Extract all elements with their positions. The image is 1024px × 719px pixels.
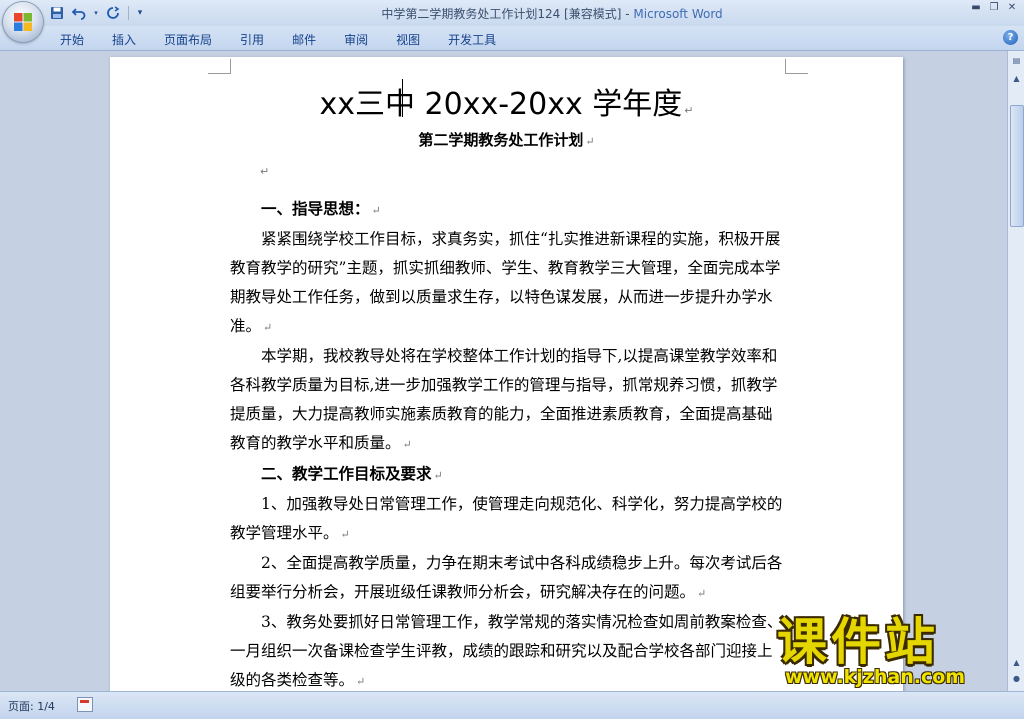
window-controls: ▬ ❐ ✕ (968, 1, 1020, 15)
tab-review[interactable]: 审阅 (330, 29, 382, 51)
section-heading: 二、教学工作目标及要求 ↵ (230, 459, 786, 490)
page-indicator[interactable]: 页面: 1/4 (8, 698, 55, 714)
close-icon[interactable]: ✕ (1004, 1, 1020, 15)
tab-insert[interactable]: 插入 (98, 29, 150, 51)
title-separator: - (621, 7, 634, 21)
body-paragraph: 2、全面提高教学质量，力争在期末考试中各科成绩稳步上升。每次考试后各组要举行分析… (230, 549, 786, 608)
section-heading-text: 一、指导思想： (261, 199, 370, 218)
scroll-thumb[interactable] (1010, 105, 1024, 227)
body-paragraph: 本学期，我校教导处将在学校整体工作计划的指导下,以提高课堂教学效率和各科教学质量… (230, 342, 786, 459)
document-title-line-1: xx三中 20xx-20xx 学年度 ↵ (110, 79, 903, 123)
ribbon-tabs: 开始 插入 页面布局 引用 邮件 审阅 视图 开发工具 (46, 29, 510, 51)
document-title: 中学第二学期教务处工作计划124 [兼容模式] (381, 7, 622, 21)
watermark-brand: 课件站 (777, 613, 939, 671)
title-line-2-text: 第二学期教务处工作计划 (418, 131, 584, 149)
proofing-status-icon[interactable] (77, 697, 93, 712)
document-page[interactable]: xx三中 20xx-20xx 学年度 ↵ 第二学期教务处工作计划 ↵ ↵ 一、指导思… (110, 57, 903, 691)
vertical-scrollbar[interactable]: ▤ ▲ ▲ ● (1007, 51, 1024, 691)
body-paragraph: 紧紧围绕学校工作目标，求真务实，抓住“扎实推进新课程的实施，积极开展教育教学的研… (230, 225, 786, 342)
ruler-toggle-icon[interactable]: ▤ (1009, 53, 1024, 68)
body-paragraph-text: 1、加强教导处日常管理工作，使管理走向规范化、科学化，努力提高学校的教学管理水平… (230, 495, 783, 542)
body-paragraph: 1、加强教导处日常管理工作，使管理走向规范化、科学化，努力提高学校的教学管理水平… (230, 490, 786, 549)
ribbon-tab-bar: 开始 插入 页面布局 引用 邮件 审阅 视图 开发工具 ? (0, 26, 1024, 51)
tab-view[interactable]: 视图 (382, 29, 434, 51)
tab-developer[interactable]: 开发工具 (434, 29, 510, 51)
document-area[interactable]: xx三中 20xx-20xx 学年度 ↵ 第二学期教务处工作计划 ↵ ↵ 一、指导思… (0, 51, 1007, 691)
scroll-up-icon[interactable]: ▲ (1009, 71, 1024, 86)
body-paragraph: 3、教务处要抓好日常管理工作，教学常规的落实情况检查如周前教案检查、一月组织一次… (230, 608, 786, 691)
title-line-1-text: xx三中 20xx-20xx 学年度 (319, 87, 683, 122)
paragraph-mark-icon: ↵ (260, 165, 270, 178)
paragraph-mark-icon: ↵ (684, 104, 694, 117)
paragraph-mark-icon: ↵ (263, 321, 273, 334)
tab-mailings[interactable]: 邮件 (278, 29, 330, 51)
margin-corner-top-right (785, 59, 808, 74)
office-button[interactable] (3, 2, 43, 42)
paragraph-mark-icon: ↵ (356, 675, 366, 688)
body-paragraph-text: 3、教务处要抓好日常管理工作，教学常规的落实情况检查如周前教案检查、一月组织一次… (230, 613, 783, 689)
document-title-line-2: 第二学期教务处工作计划 ↵ (110, 129, 903, 150)
previous-page-icon[interactable]: ▲ (1009, 655, 1024, 670)
help-icon[interactable]: ? (1003, 30, 1018, 45)
minimize-icon[interactable]: ▬ (968, 1, 984, 15)
body-paragraph-text: 本学期，我校教导处将在学校整体工作计划的指导下,以提高课堂教学效率和各科教学质量… (230, 347, 778, 452)
body-paragraph-text: 紧紧围绕学校工作目标，求真务实，抓住“扎实推进新课程的实施，积极开展教育教学的研… (230, 230, 781, 335)
window-title: 中学第二学期教务处工作计划124 [兼容模式] - Microsoft Word (0, 5, 1024, 22)
paragraph-mark-icon: ↵ (433, 469, 443, 482)
select-browse-object-icon[interactable]: ● (1009, 671, 1024, 686)
app-name: Microsoft Word (633, 7, 723, 21)
tab-home[interactable]: 开始 (46, 29, 98, 51)
watermark-url: www.kjzhan.com (785, 666, 966, 688)
text-cursor (402, 79, 403, 117)
paragraph-mark-icon: ↵ (402, 438, 412, 451)
paragraph-mark-icon: ↵ (340, 528, 350, 541)
office-logo-icon (14, 13, 32, 31)
restore-icon[interactable]: ❐ (986, 1, 1002, 15)
paragraph-mark-icon: ↵ (371, 204, 381, 217)
tab-page-layout[interactable]: 页面布局 (150, 29, 226, 51)
paragraph-mark-icon: ↵ (697, 587, 707, 600)
status-bar: 页面: 1/4 (0, 691, 1024, 719)
title-bar: ▾ ▾ 中学第二学期教务处工作计划124 [兼容模式] - Microsoft … (0, 0, 1024, 26)
watermark: 课件站 www.kjzhan.com (777, 614, 1007, 694)
section-heading: 一、指导思想： ↵ (230, 194, 786, 225)
tab-references[interactable]: 引用 (226, 29, 278, 51)
paragraph-mark-icon: ↵ (585, 135, 595, 148)
margin-corner-top-left (208, 59, 231, 74)
section-heading-text: 二、教学工作目标及要求 (261, 464, 432, 483)
document-body: 一、指导思想： ↵ 紧紧围绕学校工作目标，求真务实，抓住“扎实推进新课程的实施，积… (230, 194, 786, 691)
